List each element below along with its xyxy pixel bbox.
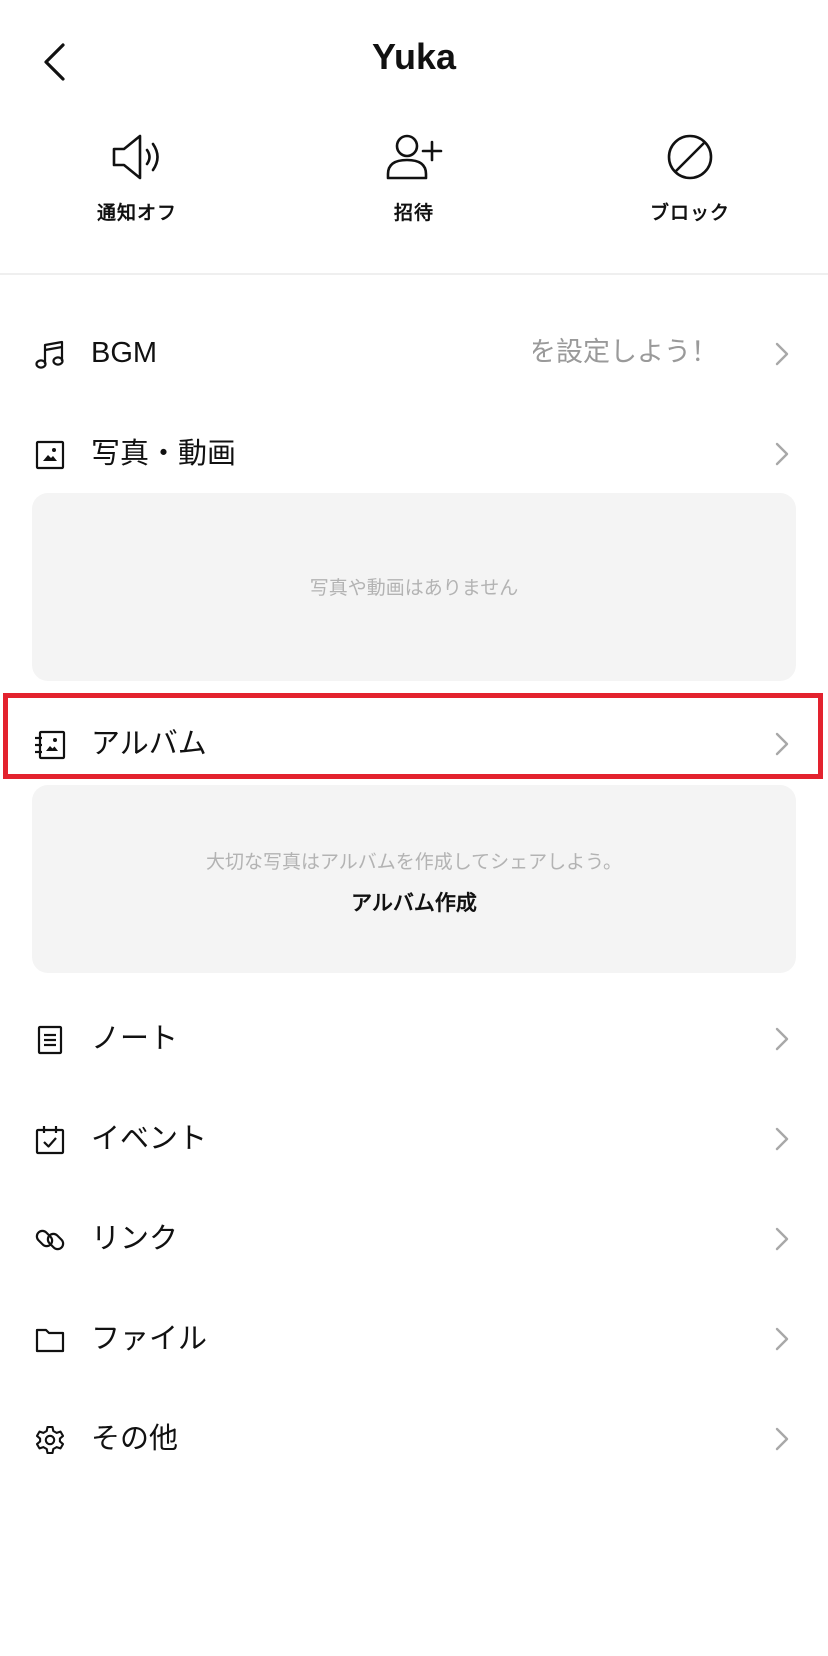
note-icon (37, 1025, 63, 1055)
menu-item-link[interactable]: リンク (0, 1198, 828, 1278)
menu-item-bgm[interactable]: BGM BGMを設定しよう！ (0, 313, 828, 393)
bgm-value: BGMを設定しよう！ (533, 337, 718, 368)
photos-empty-card: 写真や動画はありません (32, 493, 796, 681)
menu-item-other[interactable]: その他 (0, 1398, 828, 1478)
block-label: ブロック (649, 202, 730, 224)
add-person-icon (386, 134, 443, 180)
chevron-right-icon (775, 1427, 789, 1451)
chevron-right-icon (775, 1127, 789, 1151)
header: Yuka (0, 0, 828, 120)
menu-item-label: 写真・動画 (91, 436, 237, 470)
menu-item-photos[interactable]: 写真・動画 (0, 413, 828, 493)
photos-empty-text: 写真や動画はありません (309, 577, 519, 599)
album-empty-text: 大切な写真はアルバムを作成してシェアしよう。 (205, 851, 623, 873)
block-icon (667, 134, 713, 180)
invite-button[interactable]: 招待 (324, 128, 504, 225)
chevron-right-icon (775, 1227, 789, 1251)
invite-label: 招待 (393, 202, 434, 224)
mute-notifications-label: 通知オフ (96, 202, 177, 224)
menu-item-label: リンク (91, 1221, 179, 1255)
menu-item-label: BGM (91, 337, 158, 369)
create-album-button[interactable]: アルバム作成 (32, 887, 796, 917)
block-button[interactable]: ブロック (600, 128, 780, 225)
menu-item-file[interactable]: ファイル (0, 1298, 828, 1378)
menu-item-label: イベント (91, 1121, 208, 1155)
chevron-right-icon (775, 342, 789, 366)
menu-item-label: ファイル (91, 1321, 208, 1355)
menu-item-label: ノート (91, 1021, 179, 1055)
highlight-box (3, 693, 823, 779)
folder-icon (35, 1328, 65, 1353)
action-bar: 通知オフ 招待 ブロック (0, 128, 828, 238)
chevron-right-icon (775, 1327, 789, 1351)
speaker-icon (112, 134, 159, 180)
gear-icon (35, 1425, 65, 1455)
menu-item-event[interactable]: イベント (0, 1098, 828, 1178)
mute-notifications-button[interactable]: 通知オフ (47, 128, 227, 225)
calendar-check-icon (35, 1126, 65, 1155)
link-icon (35, 1229, 65, 1251)
chevron-right-icon (775, 442, 789, 466)
divider (0, 273, 828, 275)
music-note-icon (35, 340, 64, 369)
page-title: Yuka (371, 36, 457, 77)
menu-item-label: その他 (91, 1421, 179, 1455)
album-empty-card: 大切な写真はアルバムを作成してシェアしよう。 アルバム作成 (32, 785, 796, 973)
photo-icon (35, 440, 65, 470)
chevron-right-icon (775, 1027, 789, 1051)
menu-item-note[interactable]: ノート (0, 998, 828, 1078)
